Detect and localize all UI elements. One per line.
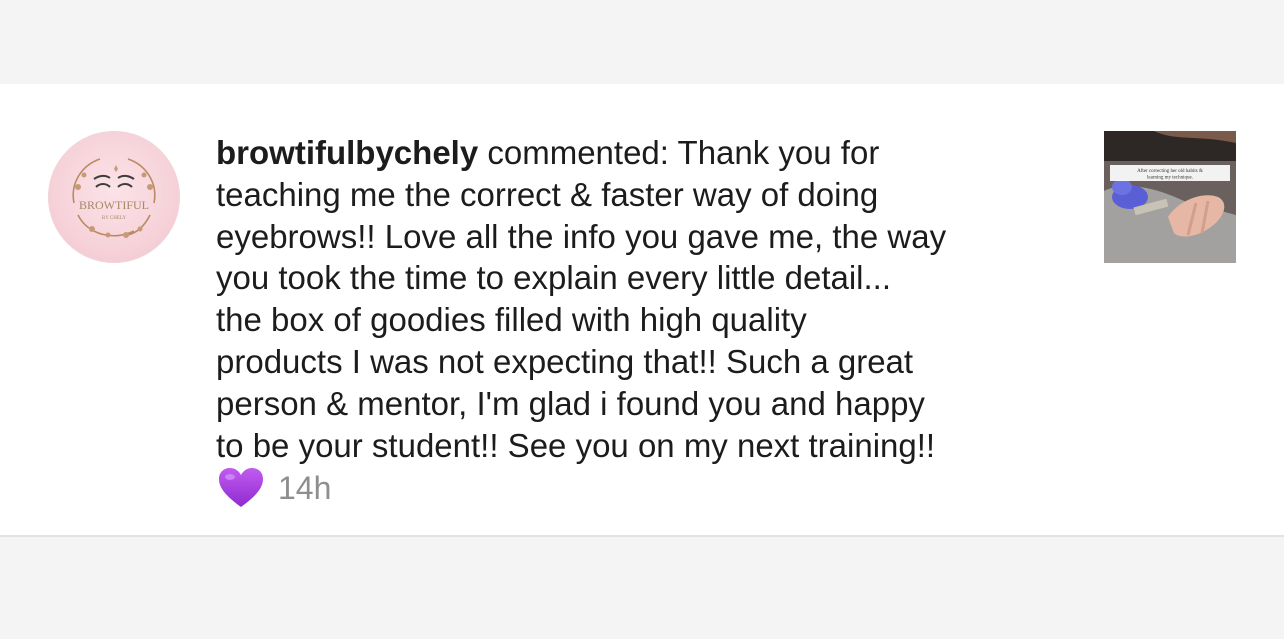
logo-subtext: BY CHELY	[102, 216, 127, 221]
bottom-background	[0, 537, 1284, 639]
comment-text: browtifulbychely commented: Thank you fo…	[216, 132, 1076, 466]
thumbnail-caption-2: learning my technique.	[1147, 176, 1193, 181]
comment-line-4: you took the time to explain every littl…	[216, 259, 892, 297]
timestamp: 14h	[278, 469, 332, 506]
post-thumbnail[interactable]: After correcting her old habits & learni…	[1104, 131, 1236, 263]
avatar[interactable]: BROWTIFUL BY CHELY	[48, 131, 180, 263]
comment-line-7: person & mentor, I'm glad i found you an…	[216, 384, 925, 422]
comment-line-8: to be your student!! See you on my next …	[216, 426, 936, 464]
comment-meta: 14h	[218, 466, 331, 510]
comment-line-6: products I was not expecting that!! Such…	[216, 342, 914, 380]
comment-line-2: teaching me the correct & faster way of …	[216, 175, 879, 213]
comment-notification[interactable]: BROWTIFUL BY CHELY browtifulbychely comm…	[0, 84, 1284, 537]
comment-line-5: the box of goodies filled with high qual…	[216, 301, 807, 339]
purple-heart-icon	[219, 468, 263, 507]
browtiful-logo: BROWTIFUL BY CHELY	[72, 158, 156, 238]
thumbnail-caption-1: After correcting her old habits &	[1137, 169, 1203, 174]
top-background	[0, 0, 1284, 84]
thumbnail-image: After correcting her old habits & learni…	[1104, 131, 1236, 263]
logo-text: BROWTIFUL	[79, 198, 149, 212]
comment-action: commented:	[478, 134, 678, 171]
username[interactable]: browtifulbychely	[216, 134, 478, 171]
comment-line-3: eyebrows!! Love all the info you gave me…	[216, 217, 947, 255]
comment-line-1: Thank you for	[677, 134, 880, 171]
